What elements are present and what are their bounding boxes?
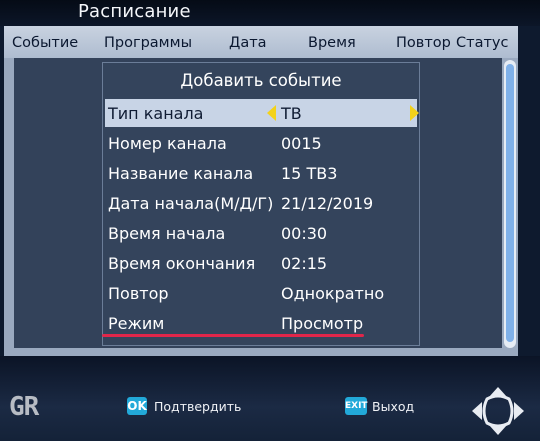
field-end-time[interactable]: Время окончания 02:15 <box>105 249 417 277</box>
field-value: 02:15 <box>281 254 328 273</box>
field-value: Однократно <box>281 284 385 303</box>
column-header-event: Событие <box>12 35 79 51</box>
column-header-time: Время <box>308 35 356 51</box>
column-headers: Событие Программы Дата Время Повтор Стат… <box>4 28 518 58</box>
confirm-hint: Подтвердить <box>154 399 242 414</box>
field-label: Время окончания <box>108 254 256 273</box>
scrollbar[interactable] <box>504 60 516 348</box>
mode-underline-annotation <box>102 334 364 337</box>
ok-key-icon[interactable]: OK <box>127 397 147 415</box>
footer-bar <box>0 356 540 441</box>
field-label: Повтор <box>108 284 169 303</box>
field-start-date[interactable]: Дата начала(М/Д/Г) 21/12/2019 <box>105 189 417 217</box>
field-label: Название канала <box>108 164 254 183</box>
field-channel-name[interactable]: Название канала 15 ТВ3 <box>105 159 417 187</box>
field-channel-type[interactable]: Тип канала ТВ <box>105 99 419 127</box>
field-value: 15 ТВ3 <box>281 164 338 183</box>
field-mode[interactable]: Режим Просмотр <box>105 309 417 337</box>
add-event-dialog: Добавить событие Тип канала ТВ Номер кан… <box>102 62 420 346</box>
brand-logo: GR <box>9 392 39 422</box>
field-value: 00:30 <box>281 224 328 243</box>
column-header-repeat: Повтор <box>396 35 451 51</box>
field-label: Режим <box>108 314 165 333</box>
dialog-title: Добавить событие <box>180 71 342 90</box>
arrow-left-icon[interactable] <box>267 105 276 121</box>
scroll-thumb[interactable] <box>506 64 514 342</box>
field-label: Номер канала <box>108 134 227 153</box>
field-label: Тип канала <box>108 104 204 123</box>
column-header-status: Статус <box>456 35 509 51</box>
field-value: ТВ <box>281 104 302 123</box>
column-header-programs: Программы <box>104 35 193 51</box>
field-label: Дата начала(М/Д/Г) <box>108 194 274 213</box>
field-start-time[interactable]: Время начала 00:30 <box>105 219 417 247</box>
exit-key-icon[interactable]: EXIT <box>345 397 368 415</box>
column-header-date: Дата <box>229 35 267 51</box>
field-value: 21/12/2019 <box>281 194 374 213</box>
field-value: Просмотр <box>281 314 364 333</box>
screen-title: Расписание <box>78 1 191 22</box>
field-label: Время начала <box>108 224 226 243</box>
field-value: 0015 <box>281 134 322 153</box>
field-channel-number[interactable]: Номер канала 0015 <box>105 129 417 157</box>
navigation-pad-icon <box>472 387 524 435</box>
field-repeat[interactable]: Повтор Однократно <box>105 279 417 307</box>
exit-hint: Выход <box>372 399 415 414</box>
arrow-right-icon[interactable] <box>410 105 419 121</box>
